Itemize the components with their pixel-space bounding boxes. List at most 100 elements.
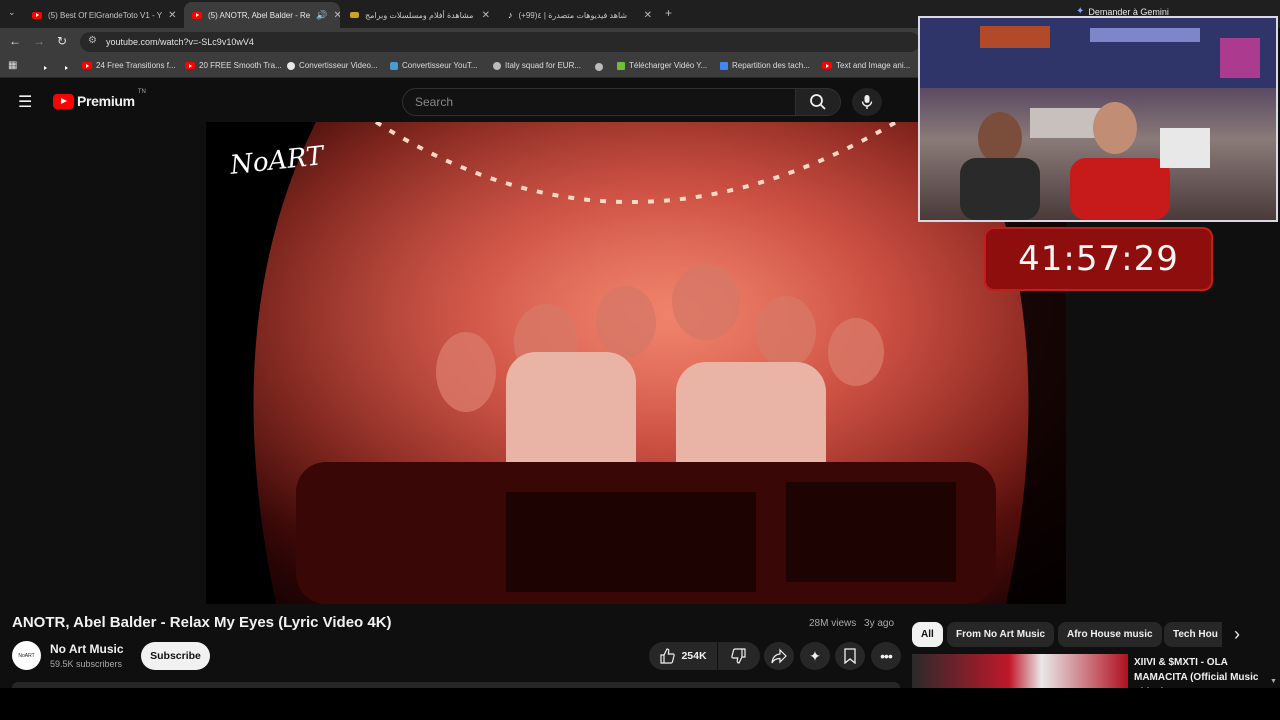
chips-next-chevron-icon[interactable]: › bbox=[1234, 624, 1240, 645]
voice-search-button[interactable] bbox=[852, 88, 882, 116]
view-stats: 28M views 3y ago bbox=[809, 618, 894, 629]
share-button[interactable] bbox=[764, 642, 794, 670]
chip-all[interactable]: All bbox=[912, 622, 943, 647]
browser-tab[interactable]: (5) Best Of ElGrandeToto V1 - Y ✕ bbox=[24, 2, 182, 28]
view-count: 28M views bbox=[809, 618, 857, 629]
globe-icon bbox=[493, 61, 501, 70]
forward-icon[interactable]: → bbox=[33, 34, 45, 48]
dislike-button[interactable] bbox=[718, 642, 760, 670]
youtube-favicon-icon bbox=[822, 62, 832, 69]
bookmark-item[interactable]: Convertisseur YouT... bbox=[390, 61, 478, 70]
scroll-down-arrow-icon[interactable]: ▼ bbox=[1270, 678, 1277, 685]
thumbs-up-icon bbox=[660, 648, 676, 664]
address-bar[interactable]: ⚙ youtube.com/watch?v=-SLc9v10wV4 bbox=[80, 32, 920, 52]
recommended-video-thumbnail[interactable] bbox=[912, 654, 1128, 688]
bookmark-item[interactable]: Repartition des tach... bbox=[720, 61, 810, 70]
save-button[interactable] bbox=[835, 642, 865, 670]
youtube-favicon-icon bbox=[32, 11, 42, 19]
download-favicon-icon bbox=[617, 61, 625, 70]
url-text: youtube.com/watch?v=-SLc9v10wV4 bbox=[106, 37, 254, 47]
bookmark-label: Text and Image ani... bbox=[836, 61, 911, 70]
gemini-sparkle-icon: ✦ bbox=[1076, 6, 1085, 17]
back-icon[interactable]: ← bbox=[9, 34, 21, 48]
browser-tab[interactable]: ♪ (+99)شاهد فيديوهات متصدرة | ٤ ✕ bbox=[500, 2, 660, 28]
microphone-icon bbox=[861, 95, 873, 109]
bookmark-label: Convertisseur Video... bbox=[299, 61, 378, 70]
bookmark-label: Télécharger Vidéo Y... bbox=[629, 61, 708, 70]
chip-tech-house[interactable]: Tech Hou bbox=[1164, 622, 1222, 647]
more-horizontal-icon: ••• bbox=[880, 648, 893, 664]
close-tab-icon[interactable]: ✕ bbox=[482, 10, 490, 21]
browser-tab[interactable]: مشاهدة أفلام ومسلسلات وبرامج ✕ bbox=[342, 2, 498, 28]
tab-label: (5) Best Of ElGrandeToto V1 - Y bbox=[48, 10, 163, 20]
bookmark-item[interactable]: 20 FREE Smooth Tra... bbox=[185, 61, 282, 70]
speaker-icon[interactable]: 🔊 bbox=[316, 10, 327, 21]
close-tab-icon[interactable]: ✕ bbox=[333, 10, 340, 21]
more-actions-button[interactable]: ••• bbox=[871, 642, 901, 670]
avatar-logo: NoART bbox=[18, 652, 35, 659]
site-favicon-icon bbox=[350, 12, 359, 18]
docs-favicon-icon bbox=[720, 61, 728, 70]
country-code: TN bbox=[137, 89, 146, 95]
youtube-logo[interactable]: Premium TN bbox=[53, 89, 146, 109]
tab-list-chevron-icon[interactable]: ⌄ bbox=[8, 7, 16, 18]
countdown-timer: 41:57:29 bbox=[984, 227, 1213, 291]
youtube-favicon-icon bbox=[185, 62, 195, 69]
converter-favicon-icon bbox=[390, 61, 398, 70]
new-tab-icon[interactable]: + bbox=[665, 6, 672, 20]
upload-age: 3y ago bbox=[864, 618, 895, 629]
search-button[interactable] bbox=[795, 88, 841, 116]
video-title: ANOTR, Abel Balder - Relax My Eyes (Lyri… bbox=[12, 614, 392, 631]
globe-bookmark-icon[interactable] bbox=[595, 63, 603, 71]
youtube-play-logo-icon bbox=[53, 93, 74, 109]
bookmark-icon bbox=[844, 648, 856, 664]
like-count: 254K bbox=[681, 650, 707, 662]
webcam-overlay bbox=[918, 16, 1278, 222]
sparkle-icon: ✦ bbox=[809, 647, 821, 664]
reload-icon[interactable]: ↻ bbox=[57, 34, 67, 48]
thumbs-down-icon bbox=[731, 648, 746, 664]
channel-name[interactable]: No Art Music bbox=[50, 642, 124, 656]
subscribe-button[interactable]: Subscribe bbox=[141, 642, 210, 670]
site-info-icon[interactable]: ⚙ bbox=[88, 35, 97, 46]
browser-toolbar: ← → ↻ ⚙ youtube.com/watch?v=-SLc9v10wV4 bbox=[0, 28, 920, 56]
tab-label: (+99)شاهد فيديوهات متصدرة | ٤ bbox=[518, 10, 628, 20]
gemini-button[interactable]: ✦ Demander à Gemini bbox=[1076, 6, 1169, 17]
apps-grid-icon[interactable]: ▦ bbox=[8, 60, 17, 71]
bookmark-item[interactable]: Convertisseur Video... bbox=[287, 61, 378, 70]
logo-text: Premium bbox=[77, 93, 135, 109]
bookmark-label: 20 FREE Smooth Tra... bbox=[199, 61, 282, 70]
bookmark-label: 24 Free Transitions f... bbox=[96, 61, 176, 70]
chip-afro-house[interactable]: Afro House music bbox=[1058, 622, 1162, 647]
youtube-favicon-icon bbox=[192, 11, 202, 19]
ask-ai-button[interactable]: ✦ bbox=[800, 642, 830, 670]
bookmark-label: Italy squad for EUR... bbox=[505, 61, 582, 70]
search-input[interactable]: Search bbox=[402, 88, 796, 116]
menu-icon[interactable]: ☰ bbox=[18, 92, 32, 112]
gemini-label: Demander à Gemini bbox=[1088, 6, 1169, 17]
search-placeholder: Search bbox=[415, 95, 454, 109]
chip-from-channel[interactable]: From No Art Music bbox=[947, 622, 1055, 647]
youtube-favicon-icon bbox=[82, 62, 92, 69]
bookmark-label: Convertisseur YouT... bbox=[402, 61, 478, 70]
bookmark-item[interactable]: Italy squad for EUR... bbox=[493, 61, 581, 70]
bookmark-item[interactable]: Télécharger Vidéo Y... bbox=[617, 61, 707, 70]
share-icon bbox=[771, 648, 787, 664]
close-tab-icon[interactable]: ✕ bbox=[644, 10, 652, 21]
close-tab-icon[interactable]: ✕ bbox=[168, 10, 176, 21]
subscriber-count: 59.5K subscribers bbox=[50, 659, 123, 669]
google-favicon-icon bbox=[287, 61, 295, 70]
browser-tab-active[interactable]: (5) ANOTR, Abel Balder - Re 🔊 ✕ bbox=[184, 2, 340, 28]
bookmark-item[interactable]: Text and Image ani... bbox=[822, 61, 910, 70]
webcam-scene bbox=[920, 18, 1276, 220]
bookmark-label: Repartition des tach... bbox=[732, 61, 810, 70]
search-icon bbox=[810, 94, 826, 110]
like-button[interactable]: 254K bbox=[649, 642, 717, 670]
tiktok-favicon-icon: ♪ bbox=[508, 10, 513, 20]
tab-label: (5) ANOTR, Abel Balder - Re bbox=[208, 10, 311, 20]
tab-label: مشاهدة أفلام ومسلسلات وبرامج bbox=[365, 10, 474, 20]
bookmarks-bar: ▦ 24 Free Transitions f... 20 FREE Smoot… bbox=[0, 56, 920, 78]
bookmark-item[interactable]: 24 Free Transitions f... bbox=[82, 61, 176, 70]
channel-avatar[interactable]: NoART bbox=[12, 641, 41, 670]
bottom-black-bar bbox=[0, 688, 1280, 720]
